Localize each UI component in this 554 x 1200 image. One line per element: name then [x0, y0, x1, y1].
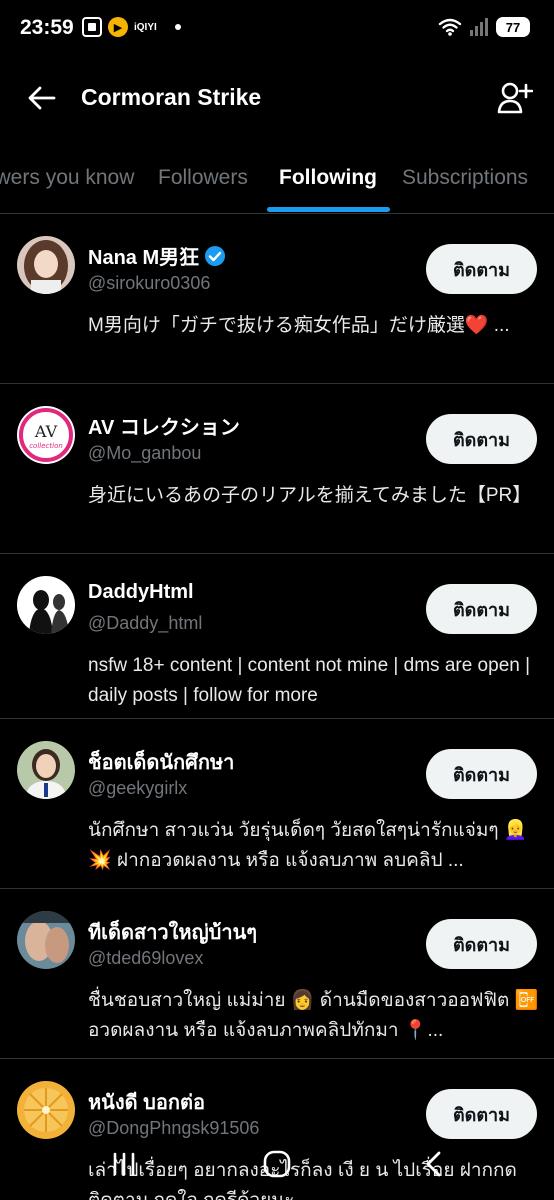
user-handle: @Mo_ganbou: [88, 443, 202, 463]
display-name[interactable]: ช็อตเด็ดนักศึกษา: [88, 746, 234, 778]
user-bio: นักศึกษา สาวแว่น วัยรุ่นเด็ดๆ วัยสดใสๆน่…: [88, 820, 528, 871]
avatar[interactable]: [17, 236, 75, 294]
display-name[interactable]: หนังดี บอกต่อ: [88, 1086, 205, 1118]
user-bio: nsfw 18+ content | content not mine | dm…: [88, 655, 531, 706]
name-line: หนังดี บอกต่อ: [88, 1086, 205, 1118]
list-item[interactable]: Nana M男狂 @sirokuro0306 M男向け「ガチで抜ける痴女作品」だ…: [0, 214, 554, 384]
back-button[interactable]: [22, 80, 62, 116]
user-handle: @tded69lovex: [88, 948, 204, 968]
follow-button[interactable]: ติดตาม: [426, 414, 537, 464]
recent-apps-icon: [113, 1152, 135, 1176]
tab-subscriptions[interactable]: Subscriptions: [402, 166, 528, 190]
avatar[interactable]: [17, 741, 75, 799]
tab-followers-you-know[interactable]: Followers you know: [0, 166, 134, 190]
verified-badge-icon: [205, 245, 226, 266]
battery-icon: 77: [496, 17, 530, 37]
avatar[interactable]: [17, 911, 75, 969]
back-nav-button[interactable]: [414, 1144, 454, 1184]
avatar[interactable]: [17, 576, 75, 634]
name-line: ช็อตเด็ดนักศึกษา: [88, 746, 234, 778]
home-icon: [263, 1150, 291, 1178]
status-bar: 23:59 ▶ iQIYI 77: [0, 0, 554, 58]
status-time: 23:59: [20, 16, 74, 39]
tab-bar: Followers you know Followers Following S…: [0, 150, 554, 214]
display-name[interactable]: AV コレクション: [88, 411, 240, 440]
avatar[interactable]: AV collection: [17, 406, 75, 464]
arrow-left-icon: [28, 86, 56, 110]
svg-text:AV: AV: [34, 422, 58, 441]
follow-button[interactable]: ติดตาม: [426, 919, 537, 969]
wifi-icon: [438, 18, 462, 36]
display-name[interactable]: Nana M男狂: [88, 241, 199, 270]
list-item[interactable]: DaddyHtml @Daddy_html nsfw 18+ content |…: [0, 554, 554, 719]
top-app-bar: Cormoran Strike: [0, 68, 554, 128]
user-bio: ชื่นชอบสาวใหญ่ แม่ม่าย 👩 ด้านมืดของสาวออ…: [88, 990, 539, 1041]
user-bio: 身近にいるあの子のリアルを揃えてみました【PR】: [88, 485, 532, 506]
user-bio: M男向け「ガチで抜ける痴女作品」だけ厳選❤️ ...: [88, 315, 510, 336]
display-name[interactable]: DaddyHtml: [88, 581, 194, 604]
follow-button[interactable]: ติดตาม: [426, 244, 537, 294]
status-system-icons: 77: [438, 17, 530, 37]
svg-text:collection: collection: [29, 442, 63, 450]
list-item[interactable]: ช็อตเด็ดนักศึกษา @geekygirlx นักศึกษา สา…: [0, 719, 554, 889]
name-line: ทีเด็ดสาวใหญ่บ้านๆ: [88, 916, 257, 948]
home-button[interactable]: [256, 1144, 298, 1184]
tab-followers[interactable]: Followers: [158, 166, 248, 190]
signal-icon: [470, 18, 488, 36]
follow-button[interactable]: ติดตาม: [426, 749, 537, 799]
user-handle: @Daddy_html: [88, 613, 203, 633]
add-user-button[interactable]: [494, 78, 536, 118]
user-handle: @geekygirlx: [88, 778, 188, 798]
iqiyi-icon: iQIYI: [134, 21, 157, 33]
page-title: Cormoran Strike: [81, 84, 262, 110]
active-tab-indicator: [267, 207, 390, 212]
system-navigation-bar: [0, 1130, 554, 1200]
screen-record-icon: [82, 17, 102, 37]
list-item[interactable]: AV collection AV コレクション @Mo_ganbou 身近にいる…: [0, 384, 554, 554]
name-line: Nana M男狂: [88, 241, 226, 270]
tab-following[interactable]: Following: [279, 166, 377, 190]
list-item[interactable]: ทีเด็ดสาวใหญ่บ้านๆ @tded69lovex ชื่นชอบส…: [0, 889, 554, 1059]
recent-apps-button[interactable]: [104, 1144, 144, 1184]
name-line: AV コレクション: [88, 411, 240, 440]
follow-button[interactable]: ติดตาม: [426, 584, 537, 634]
notification-dot-icon: [174, 24, 181, 30]
following-list: Nana M男狂 @sirokuro0306 M男向け「ガチで抜ける痴女作品」だ…: [0, 214, 554, 1200]
person-add-icon: [497, 82, 533, 114]
play-icon: ▶: [108, 17, 128, 37]
user-handle: @sirokuro0306: [88, 273, 211, 293]
name-line: DaddyHtml: [88, 581, 194, 604]
status-notification-icons: ▶ iQIYI: [82, 17, 181, 37]
display-name[interactable]: ทีเด็ดสาวใหญ่บ้านๆ: [88, 916, 257, 948]
chevron-left-icon: [426, 1151, 441, 1177]
